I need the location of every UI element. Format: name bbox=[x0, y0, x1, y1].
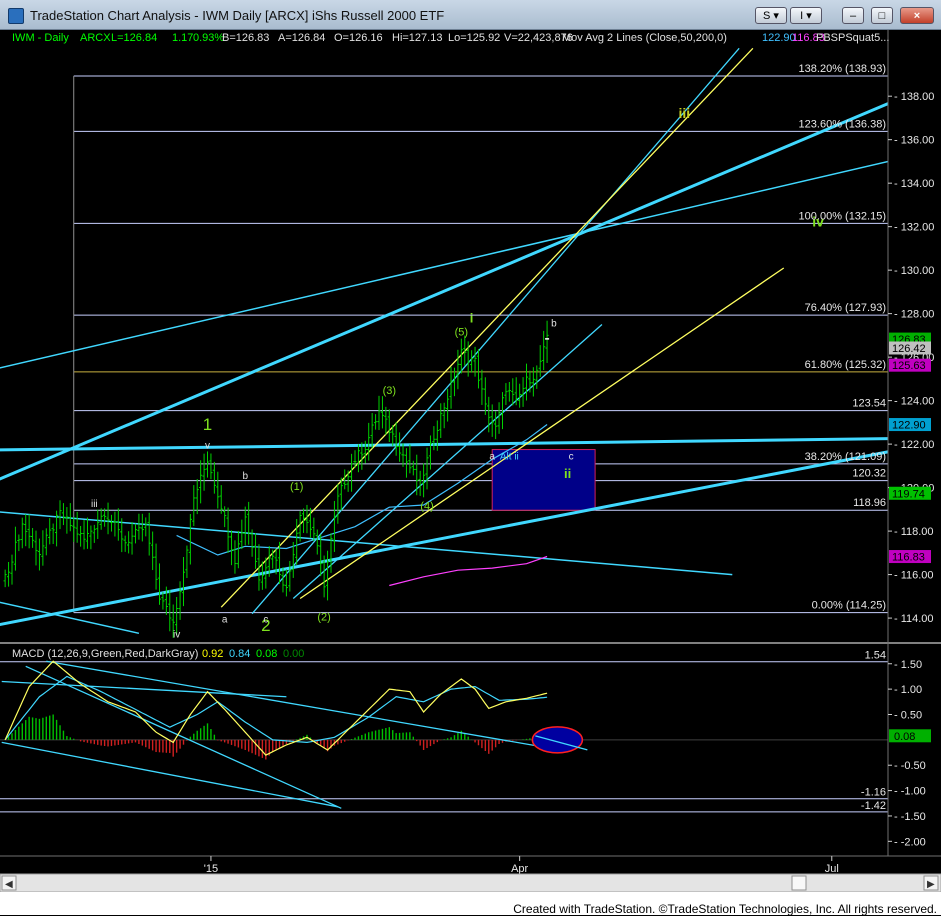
macd-axis-label: - 0.50 bbox=[894, 709, 922, 721]
macd-level-label: 1.54 bbox=[865, 650, 886, 662]
macd-highlight-ellipse bbox=[531, 726, 584, 754]
wave-label: (4) bbox=[420, 500, 433, 512]
macd-level-label: -1.42 bbox=[861, 800, 886, 812]
header-open: O=126.16 bbox=[334, 32, 383, 44]
header-change-pct: 0.93% bbox=[193, 32, 224, 44]
indicator-label: I bbox=[800, 10, 804, 22]
price-axis-label: - 132.00 bbox=[894, 222, 934, 234]
fib-level-label: 61.80% (125.32) bbox=[805, 359, 886, 371]
header-high: Hi=127.13 bbox=[392, 32, 442, 44]
fib-level-label: 123.60% (136.38) bbox=[799, 118, 886, 130]
macd-axis-label: - -2.00 bbox=[894, 836, 926, 848]
wave-label: (3) bbox=[383, 385, 396, 397]
macd-level-label: -1.16 bbox=[861, 787, 886, 799]
header-exchange: ARCX bbox=[80, 32, 111, 44]
fib-level-label: 100.00% (132.15) bbox=[799, 210, 886, 222]
wave-label: iii bbox=[91, 499, 98, 510]
footer-credit: Created with TradeStation. ©TradeStation… bbox=[513, 902, 937, 916]
header-ask: A=126.84 bbox=[278, 32, 325, 44]
wave-label: 1 bbox=[203, 415, 212, 434]
scrollbar[interactable]: ◀ ▶ bbox=[0, 873, 941, 892]
wave-label: a bbox=[222, 614, 228, 625]
price-axis-label: - 138.00 bbox=[894, 91, 934, 103]
wave-label: b bbox=[242, 471, 248, 482]
symbol-link-label: S bbox=[763, 10, 771, 22]
macd-axis-label: - 1.50 bbox=[894, 659, 922, 671]
price-badge-label: 119.74 bbox=[892, 488, 925, 500]
header-symbol: IWM - Daily bbox=[12, 32, 69, 44]
fib-level-label: 120.32 bbox=[852, 468, 886, 480]
wave-label: a bbox=[489, 451, 495, 462]
macd-zero-value: 0.00 bbox=[283, 648, 304, 660]
wave-label: Alt ii bbox=[500, 451, 519, 462]
price-axis-label: - 134.00 bbox=[894, 178, 934, 190]
price-badge-label: 122.90 bbox=[892, 420, 926, 432]
price-axis-label: - 122.00 bbox=[894, 439, 934, 451]
fib-level-label: 138.20% (138.93) bbox=[799, 63, 886, 75]
window-titlebar: TradeStation Chart Analysis - IWM Daily … bbox=[0, 0, 941, 30]
header-study: Mov Avg 2 Lines (Close,50,200,0) bbox=[562, 32, 727, 44]
scroll-thumb[interactable] bbox=[791, 875, 807, 891]
header-low: Lo=125.92 bbox=[448, 32, 500, 44]
app-icon bbox=[8, 8, 24, 24]
fib-level-label: 0.00% (114.25) bbox=[812, 600, 886, 612]
macd-hist-value: 0.08 bbox=[256, 648, 277, 660]
footer: Created with TradeStation. ©TradeStation… bbox=[0, 892, 941, 916]
macd-value: 0.92 bbox=[202, 648, 223, 660]
header-last: L=126.84 bbox=[111, 32, 157, 44]
x-axis-label: Jul bbox=[825, 863, 839, 875]
x-axis-label: Apr bbox=[511, 863, 528, 875]
price-chart[interactable]: 12iiiiviii(1)(2)(3)(4)(5)iiiivvabcabcAlt… bbox=[0, 30, 941, 892]
wave-label: (2) bbox=[317, 611, 330, 623]
header-change: 1.17 bbox=[172, 32, 193, 44]
header-ma50: 122.90 bbox=[762, 32, 796, 44]
wave-label: i bbox=[470, 310, 474, 325]
macd-axis-label: - -1.50 bbox=[894, 811, 926, 823]
wave-label: (1) bbox=[290, 481, 303, 493]
price-axis-label: - 124.00 bbox=[894, 396, 934, 408]
header-bid: B=126.83 bbox=[222, 32, 269, 44]
window-title: TradeStation Chart Analysis - IWM Daily … bbox=[30, 8, 445, 23]
fib-level-label: 123.54 bbox=[852, 398, 886, 410]
header-extra: PBSPSquat5... bbox=[816, 32, 889, 44]
price-badge-label: 126.42 bbox=[892, 343, 926, 355]
wave-label: iii bbox=[678, 105, 690, 121]
minimize-button[interactable]: – bbox=[842, 7, 864, 24]
price-axis-label: - 128.00 bbox=[894, 309, 934, 321]
price-axis-label: - 116.00 bbox=[894, 570, 934, 582]
wave-label: iv bbox=[173, 630, 180, 641]
wave-label: ii bbox=[564, 466, 571, 481]
macd-axis-label: - -1.00 bbox=[894, 786, 926, 798]
price-axis-label: - 130.00 bbox=[894, 265, 934, 277]
macd-signal-value: 0.84 bbox=[229, 648, 250, 660]
wave-label: c bbox=[263, 614, 268, 625]
macd-title: MACD (12,26,9,Green,Red,DarkGray) bbox=[12, 648, 198, 660]
wave-label: c bbox=[569, 451, 574, 462]
price-axis-label: - 118.00 bbox=[894, 526, 934, 538]
fib-level-label: 38.20% (121.09) bbox=[805, 451, 886, 463]
indicator-button[interactable]: I ▾ bbox=[790, 7, 822, 24]
scroll-left-icon[interactable]: ◀ bbox=[5, 879, 13, 890]
fib-level-label: 76.40% (127.93) bbox=[805, 302, 886, 314]
x-axis-label: '15 bbox=[204, 863, 218, 875]
wave-label: b bbox=[551, 319, 557, 330]
symbol-link-button[interactable]: S ▾ bbox=[755, 7, 787, 24]
price-badge-label: 125.63 bbox=[892, 360, 926, 372]
macd-header: MACD (12,26,9,Green,Red,DarkGray) 0.92 0… bbox=[12, 648, 304, 660]
macd-axis-label: - -0.50 bbox=[894, 760, 926, 772]
price-badge-label: 116.83 bbox=[892, 552, 925, 564]
close-button[interactable]: × bbox=[900, 7, 934, 24]
macd-axis-label: - 1.00 bbox=[894, 684, 922, 696]
maximize-button[interactable]: □ bbox=[871, 7, 893, 24]
price-axis-label: - 114.00 bbox=[894, 613, 934, 625]
fib-level-label: 118.96 bbox=[853, 497, 886, 509]
wave-label: (5) bbox=[455, 326, 468, 338]
wave-label: v bbox=[205, 440, 210, 451]
scroll-right-icon[interactable]: ▶ bbox=[927, 879, 935, 890]
macd-zero-badge-label: 0.08 bbox=[894, 731, 915, 743]
price-axis-label: - 136.00 bbox=[894, 135, 934, 147]
